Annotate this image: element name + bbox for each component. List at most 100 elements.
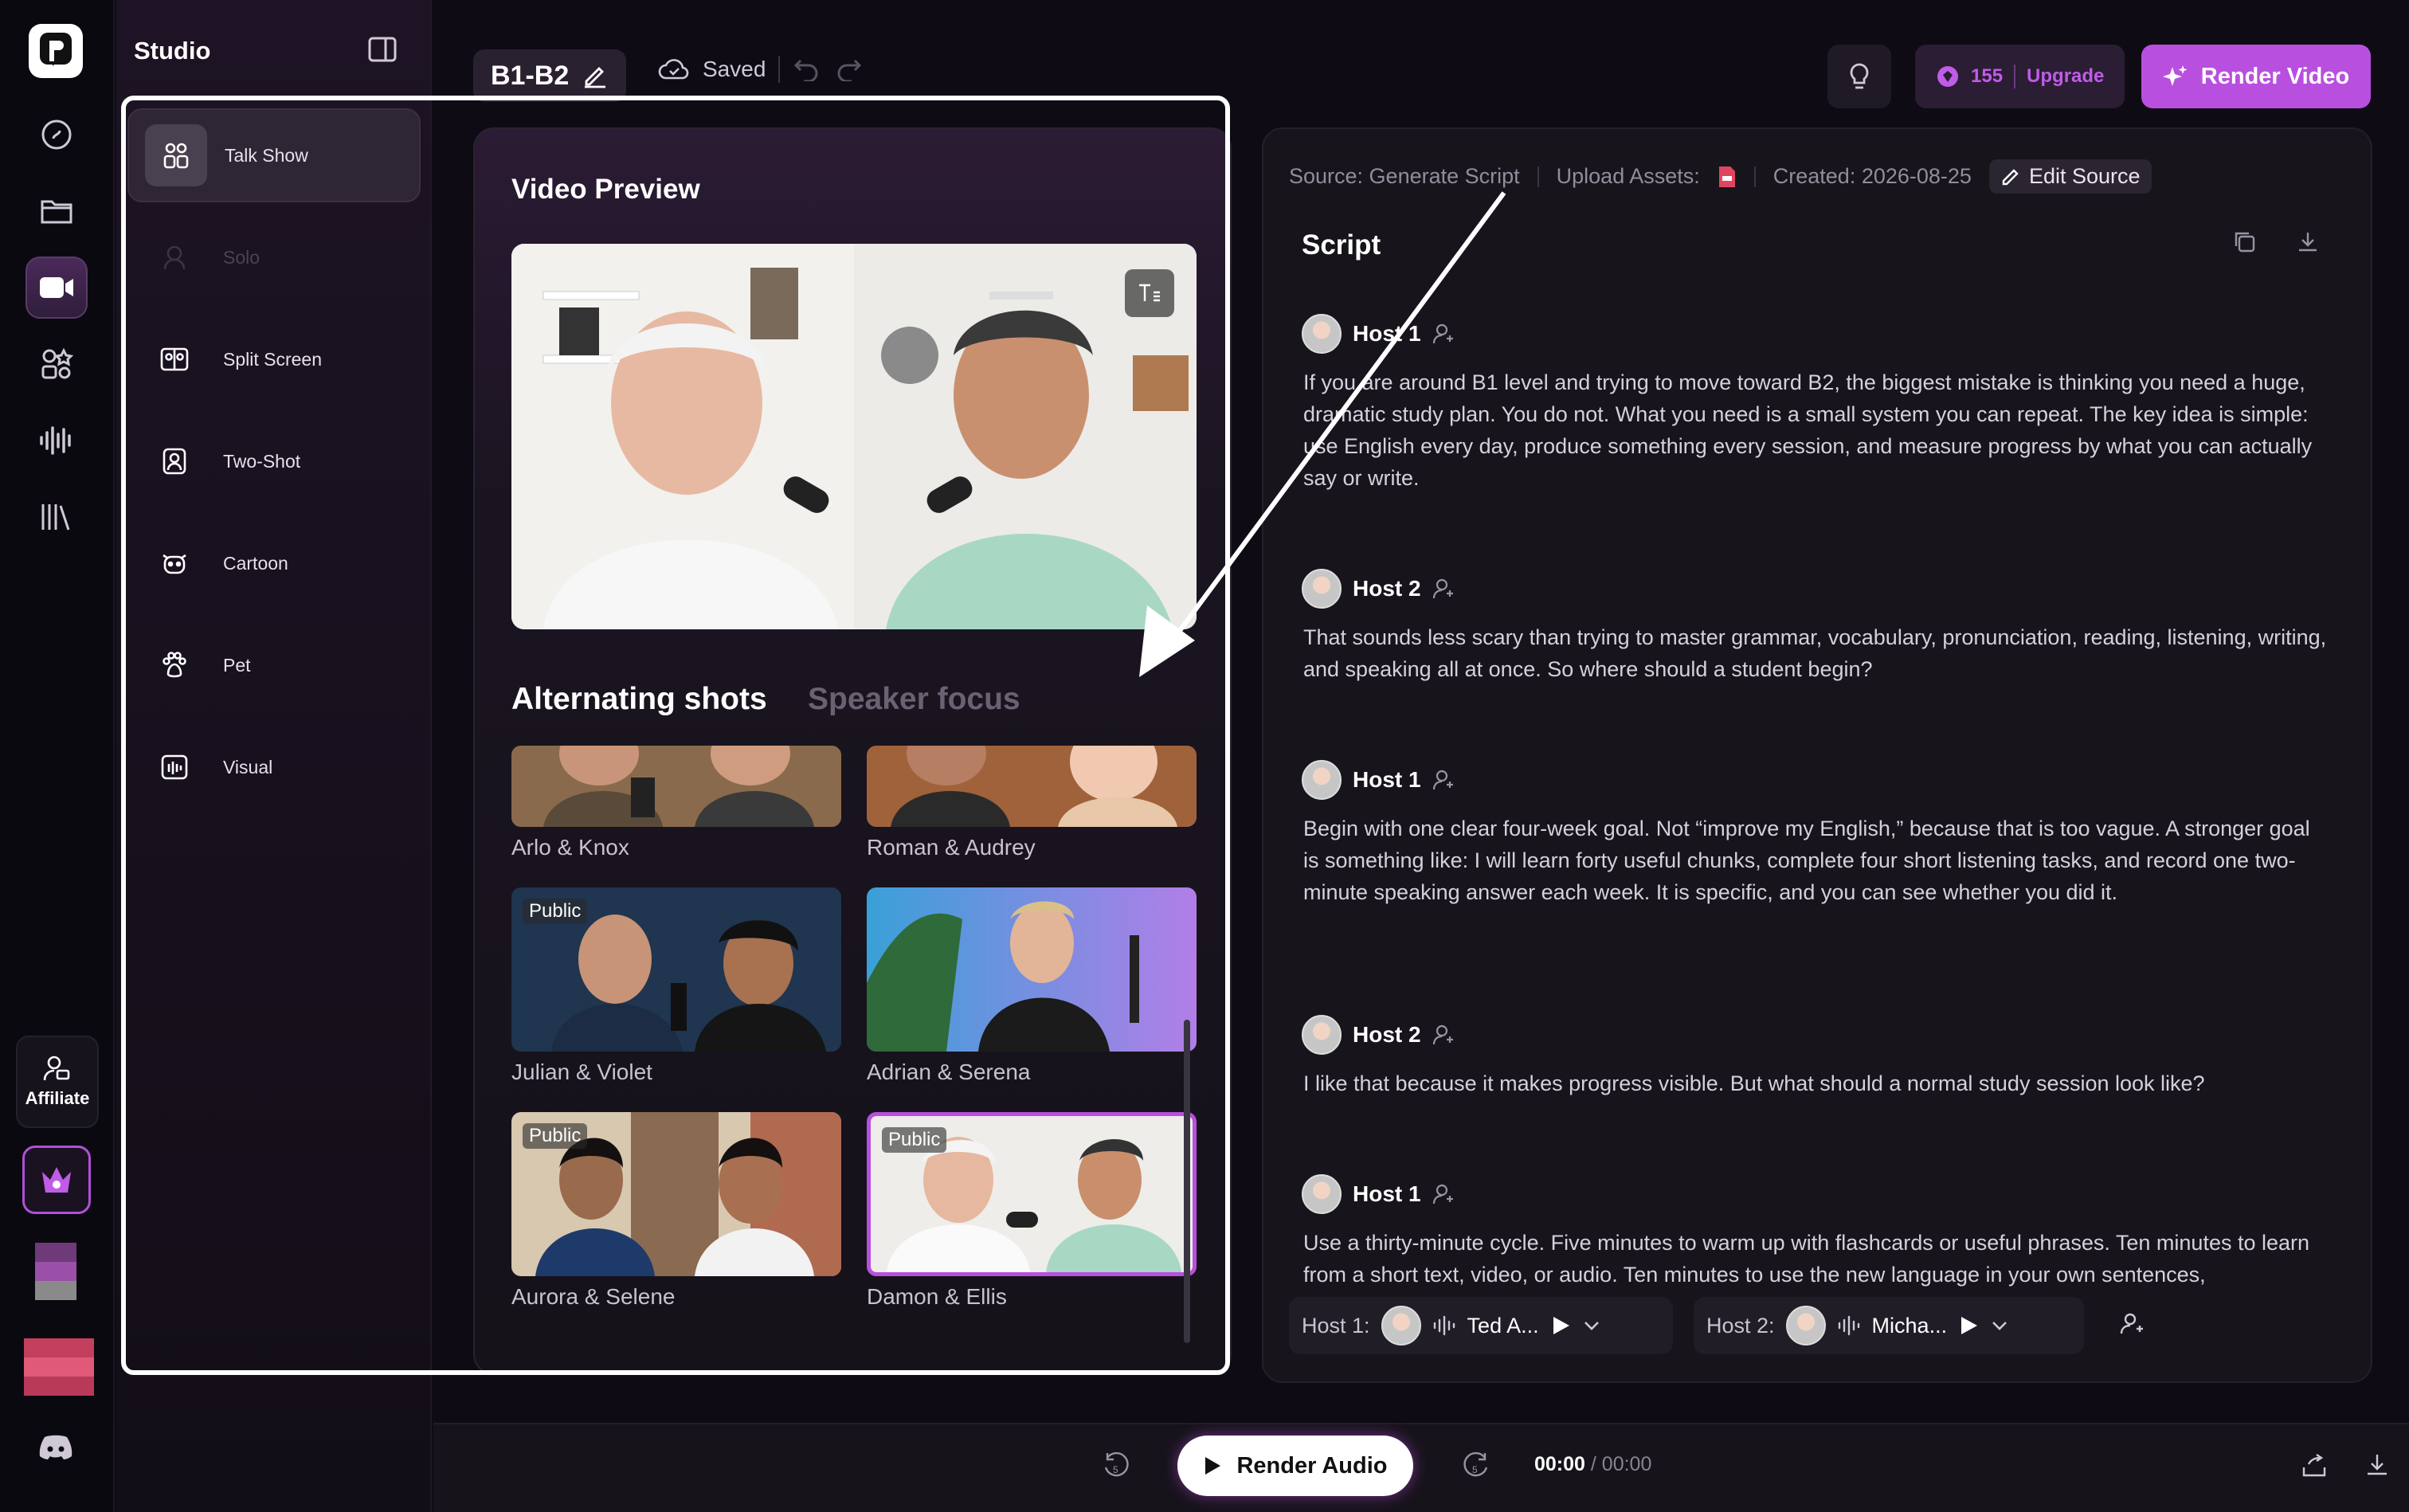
speaker-name: Host 1	[1353, 767, 1421, 792]
redo-icon[interactable]	[834, 57, 863, 81]
thumbnail-adrian-serena[interactable]	[867, 887, 1197, 1052]
play-icon[interactable]	[1958, 1314, 1979, 1337]
copy-icon[interactable]	[2232, 229, 2256, 257]
thumbnail-julian-violet[interactable]: Public	[511, 887, 841, 1052]
thumbnail-damon-ellis-selected[interactable]: Public	[867, 1112, 1197, 1276]
play-icon[interactable]	[1550, 1314, 1571, 1337]
saved-label: Saved	[703, 57, 766, 81]
workspace-avatar[interactable]	[24, 1338, 94, 1396]
category-label: Split Screen	[223, 348, 323, 370]
thumbnail-label: Damon & Ellis	[867, 1284, 1007, 1309]
solo-icon	[143, 226, 206, 288]
home-icon[interactable]	[25, 104, 88, 166]
tab-speaker-focus[interactable]: Speaker focus	[808, 682, 1020, 717]
svg-text:5: 5	[1113, 1464, 1118, 1475]
playback-bar	[433, 1423, 2409, 1512]
project-name-field[interactable]: B1-B2	[473, 49, 627, 102]
thumbnail-label: Arlo & Knox	[511, 835, 629, 860]
host2-voice-selector[interactable]: Host 2: Micha...	[1694, 1297, 2084, 1354]
two-shot-icon	[143, 430, 206, 492]
project-name: B1-B2	[491, 60, 570, 91]
script-text[interactable]: Use a thirty-minute cycle. Five minutes …	[1303, 1227, 2331, 1291]
upgrade-crown-button[interactable]	[22, 1146, 91, 1214]
discord-icon[interactable]	[38, 1434, 73, 1465]
render-audio-button[interactable]: Render Audio	[1177, 1436, 1413, 1496]
render-video-button[interactable]: Render Video	[2141, 45, 2371, 108]
chevron-down-icon[interactable]	[1990, 1319, 2009, 1332]
svg-text:5: 5	[1472, 1464, 1478, 1475]
category-visual[interactable]: Visual	[127, 720, 421, 814]
talk-show-icon	[145, 124, 207, 186]
category-split-screen[interactable]: Split Screen	[127, 312, 421, 406]
speaker-header[interactable]: Host 2	[1302, 1015, 1455, 1055]
tab-alternating-shots[interactable]: Alternating shots	[511, 682, 767, 717]
edit-pencil-icon	[2002, 168, 2019, 185]
script-text[interactable]: Begin with one clear four-week goal. Not…	[1303, 813, 2331, 908]
category-two-shot[interactable]: Two-Shot	[127, 414, 421, 508]
category-pet[interactable]: Pet	[127, 618, 421, 712]
pdf-file-icon[interactable]	[1718, 165, 1737, 189]
paw-icon	[143, 634, 206, 696]
time-current: 00:00	[1534, 1453, 1585, 1475]
avatars-icon[interactable]	[25, 333, 88, 395]
studio-title: Studio	[134, 37, 211, 65]
lightbulb-icon	[1850, 63, 1869, 89]
share-icon[interactable]	[2301, 1453, 2328, 1483]
divider	[2014, 65, 2016, 88]
download-icon[interactable]	[2296, 229, 2320, 257]
audio-waveform-icon	[1433, 1315, 1455, 1336]
category-label: Talk Show	[225, 144, 308, 166]
voice-settings-icon[interactable]	[1432, 1024, 1455, 1046]
speaker-header[interactable]: Host 1	[1302, 1174, 1455, 1214]
download-icon[interactable]	[2364, 1451, 2390, 1481]
voice-settings-icon[interactable]	[1432, 769, 1455, 791]
folder-icon[interactable]	[25, 180, 88, 242]
category-solo[interactable]: Solo	[127, 210, 421, 304]
rewind-5-icon[interactable]: 5	[1103, 1451, 1131, 1486]
upgrade-label[interactable]: Upgrade	[2027, 65, 2104, 88]
voice-settings-icon[interactable]	[1432, 1183, 1455, 1205]
video-preview-image[interactable]	[511, 244, 1197, 629]
category-label: Solo	[223, 246, 260, 268]
forward-5-icon[interactable]: 5	[1461, 1451, 1490, 1486]
library-icon[interactable]	[25, 486, 88, 548]
script-text[interactable]: I like that because it makes progress vi…	[1303, 1067, 2331, 1099]
render-video-label: Render Video	[2200, 63, 2350, 89]
avatar	[1381, 1306, 1421, 1346]
thumbnails-scrollbar[interactable]	[1184, 1020, 1190, 1343]
undo-icon[interactable]	[793, 57, 821, 81]
speaker-header[interactable]: Host 1	[1302, 760, 1455, 800]
time-total: / 00:00	[1590, 1453, 1652, 1475]
host1-voice-selector[interactable]: Host 1: Ted A...	[1289, 1297, 1673, 1354]
audio-waveform-icon[interactable]	[25, 409, 88, 472]
cloud-check-icon	[658, 59, 689, 80]
thumbnail-label: Adrian & Serena	[867, 1060, 1031, 1084]
video-camera-icon[interactable]	[25, 257, 88, 319]
affiliate-button[interactable]: Affiliate	[16, 1036, 99, 1128]
host2-label: Host 2:	[1706, 1313, 1775, 1338]
app-logo[interactable]	[29, 24, 83, 78]
host1-label: Host 1:	[1302, 1313, 1370, 1338]
chevron-down-icon[interactable]	[1582, 1319, 1601, 1332]
category-label: Pet	[223, 654, 251, 676]
category-talk-show[interactable]: Talk Show	[127, 108, 421, 202]
public-badge: Public	[882, 1127, 947, 1153]
credits-upgrade[interactable]: 155 Upgrade	[1915, 45, 2125, 108]
thumbnail-arlo-knox[interactable]	[511, 746, 841, 827]
sidebar-collapse-icon[interactable]	[368, 37, 397, 66]
divider	[778, 56, 781, 83]
category-cartoon[interactable]: Cartoon	[127, 516, 421, 610]
speaker-name: Host 1	[1353, 1181, 1421, 1206]
thumbnail-roman-audrey[interactable]	[867, 746, 1197, 827]
tips-button[interactable]	[1827, 45, 1891, 108]
credit-count: 155	[1971, 65, 2004, 87]
edit-source-button[interactable]: Edit Source	[1988, 159, 2152, 194]
thumbnail-label: Aurora & Selene	[511, 1284, 676, 1309]
thumbnail-aurora-selene[interactable]: Public	[511, 1112, 841, 1276]
edit-pencil-icon[interactable]	[582, 62, 609, 89]
user-avatar[interactable]	[35, 1243, 76, 1300]
playback-time: 00:00 / 00:00	[1534, 1453, 1651, 1476]
save-status: Saved	[658, 56, 863, 83]
add-host-icon[interactable]	[2119, 1311, 2145, 1341]
annotation-arrow	[1139, 191, 1506, 677]
